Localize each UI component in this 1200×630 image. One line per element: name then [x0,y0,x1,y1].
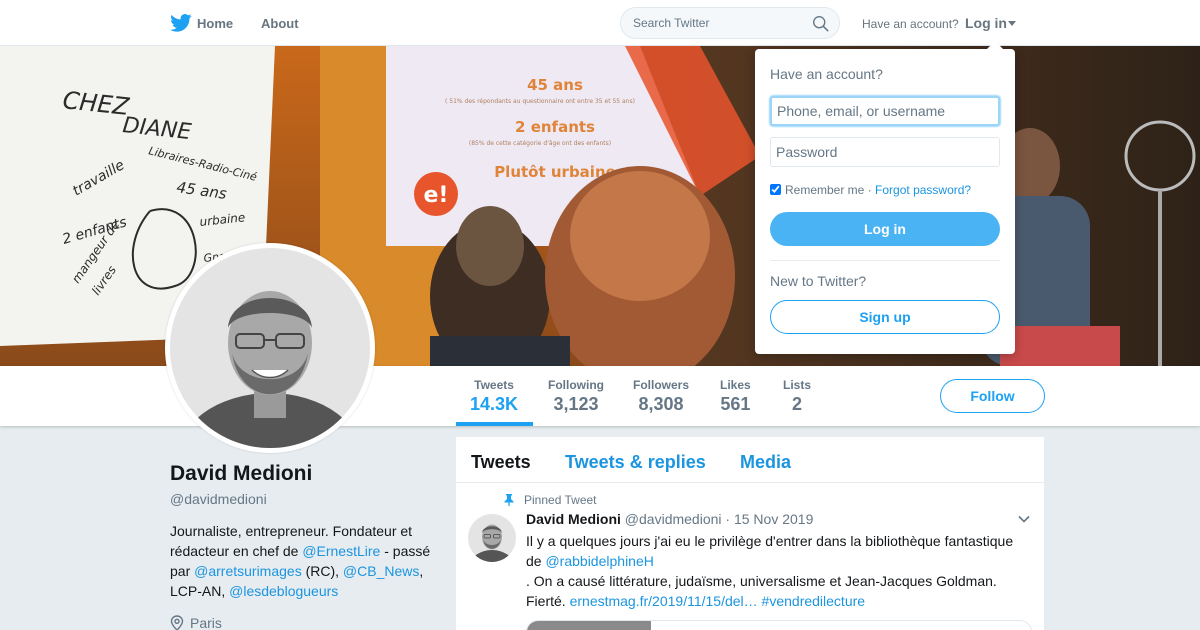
dropdown-arrow [987,41,1003,49]
remember-separator: · [867,183,872,197]
chevron-down-icon[interactable] [1008,21,1016,26]
nav-about-link[interactable]: About [261,16,299,31]
profile-name[interactable]: David Medioni [170,462,312,486]
search-input[interactable] [633,16,803,30]
timeline-tabs: Tweets Tweets & replies Media [456,437,1044,483]
avatar-photo [170,248,370,448]
bio-mention-link[interactable]: @CB_News [343,563,419,579]
slide-logo: e! [424,183,449,208]
twitter-bird-icon[interactable] [170,13,192,33]
stat-label: Tweets [474,378,514,392]
tweet-url-link[interactable]: ernestmag.fr/2019/11/15/del… [570,593,758,609]
bio-mention-link[interactable]: @arretsurimages [194,563,302,579]
tweet-mention-link[interactable]: @rabbidelphineH [545,553,653,569]
login-button[interactable]: Log in [770,212,1000,246]
tweet-avatar-photo [468,514,516,562]
slide-text: ( 51% des répondants au questionnaire on… [445,98,635,105]
dropdown-title: Have an account? [770,66,883,82]
top-nav: Home About Have an account? Log in [0,0,1200,46]
profile-location: Paris [170,615,222,630]
chevron-down-icon[interactable] [1018,515,1030,523]
tab-tweets[interactable]: Tweets [471,452,531,473]
signup-button[interactable]: Sign up [770,300,1000,334]
tab-media[interactable]: Media [740,452,791,473]
login-menu-button[interactable]: Log in [965,15,1007,31]
stat-value: 14.3K [470,394,519,414]
avatar[interactable] [165,243,375,453]
stat-value: 2 [792,394,803,414]
bio-mention-link[interactable]: @lesdeblogueurs [229,583,338,599]
stat-value: 8,308 [638,394,684,414]
slide-text: 2 enfants [515,118,595,136]
active-stat-indicator [456,422,533,426]
stat-label: Lists [783,378,812,392]
profile-bio: Journaliste, entrepreneur. Fondateur et … [170,521,440,601]
tweet-author-name[interactable]: David Medioni [526,511,621,527]
tab-tweets-and-replies[interactable]: Tweets & replies [565,452,706,473]
stat-following[interactable]: Following 3,123 [548,378,604,415]
login-dropdown: Have an account? Remember me · Forgot pa… [755,41,1015,354]
divider [770,260,1000,261]
stat-value: 3,123 [553,394,599,414]
tweet-hashtag-link[interactable]: #vendredilecture [762,593,866,609]
tweet-date[interactable]: 15 Nov 2019 [734,511,813,527]
slide-text: (85% de cette catégorie d'âge ont des en… [469,140,611,147]
remember-row: Remember me · Forgot password? [770,183,971,197]
bio-text: (RC), [301,563,343,579]
stat-label: Followers [633,378,690,392]
stat-likes[interactable]: Likes 561 [720,378,751,415]
timeline: Tweets Tweets & replies Media Pinned Twe… [456,437,1044,630]
forgot-password-link[interactable]: Forgot password? [875,183,971,197]
follow-button[interactable]: Follow [940,379,1045,413]
pin-icon [504,494,514,506]
have-account-label: Have an account? [862,17,959,31]
stat-label: Following [548,378,604,392]
stat-followers[interactable]: Followers 8,308 [633,378,689,415]
remember-me-label[interactable]: Remember me [785,183,864,197]
stat-lists[interactable]: Lists 2 [783,378,811,415]
password-input[interactable] [770,137,1000,167]
search-icon[interactable] [812,15,829,32]
stat-tweets[interactable]: Tweets 14.3K [470,378,518,415]
slide-text: 45 ans [527,76,583,94]
tweet-avatar[interactable] [468,514,516,562]
tweet-author-handle[interactable]: @davidmedioni [625,511,722,527]
profile-handle[interactable]: @davidmedioni [170,491,267,507]
location-text: Paris [190,615,222,630]
new-to-twitter-label: New to Twitter? [770,273,867,289]
tweet-header: David Medioni @davidmedioni · 15 Nov 201… [526,511,813,527]
bio-mention-link[interactable]: @ErnestLire [302,543,380,559]
stat-value: 561 [720,394,751,414]
nav-home-link[interactable]: Home [197,16,233,31]
tweet-link-card[interactable] [526,620,1032,630]
tweet-text: Il y a quelques jours j'ai eu le privilè… [526,531,1031,611]
stat-label: Likes [720,378,751,392]
location-pin-icon [170,615,184,630]
username-input[interactable] [770,96,1000,126]
search-box[interactable] [620,7,840,39]
tweet-separator: · [725,511,731,527]
remember-me-checkbox[interactable] [770,184,781,195]
link-card-image [527,621,651,630]
pinned-tweet-label: Pinned Tweet [504,493,597,507]
pinned-text: Pinned Tweet [524,493,597,507]
